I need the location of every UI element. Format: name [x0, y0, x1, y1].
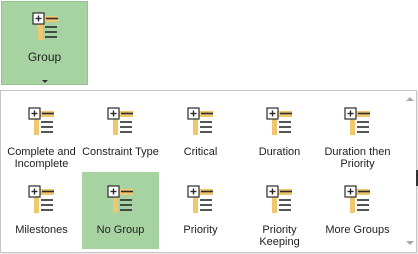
- gallery-item-label: Duration: [258, 146, 301, 158]
- gallery-scrollbar[interactable]: [404, 92, 415, 251]
- group-by-icon: [32, 12, 60, 47]
- group-by-icon: [344, 185, 372, 220]
- group-by-icon: [266, 107, 294, 142]
- scroll-up-arrow-icon[interactable]: [406, 97, 414, 101]
- gallery-item-label: No Group: [96, 224, 145, 236]
- scroll-down-arrow-icon[interactable]: [406, 241, 414, 245]
- gallery-item-label: Duration then Priority: [324, 146, 391, 170]
- gallery-item-priority[interactable]: Priority: [162, 172, 239, 249]
- group-by-icon: [266, 185, 294, 220]
- group-gallery: Complete and Incomplete Constraint Type: [0, 90, 417, 253]
- gallery-item-priority-keeping[interactable]: Priority Keeping: [241, 172, 318, 249]
- gallery-item-label: Milestones: [15, 224, 68, 236]
- gallery-item-label: Priority: [183, 224, 218, 236]
- gallery-item-duration-then-priority[interactable]: Duration then Priority: [319, 94, 396, 171]
- gallery-item-label: Complete and Incomplete: [7, 146, 76, 170]
- group-by-icon: [187, 107, 215, 142]
- group-by-icon: [107, 185, 135, 220]
- gallery-item-no-group[interactable]: No Group: [82, 172, 159, 249]
- group-by-icon: [107, 107, 135, 142]
- gallery-item-label: Constraint Type: [82, 146, 159, 158]
- group-by-dropdown-root: Group Complete and Incomplete Constraint…: [0, 0, 418, 254]
- gallery-item-milestones[interactable]: Milestones: [3, 172, 80, 249]
- group-button-label: Group: [27, 50, 62, 64]
- group-by-icon: [344, 107, 372, 142]
- gallery-item-label: Priority Keeping: [259, 224, 300, 248]
- group-button[interactable]: Group: [1, 1, 88, 85]
- chevron-down-icon: [42, 80, 48, 83]
- gallery-item-more-groups[interactable]: More Groups: [319, 172, 396, 249]
- gallery-item-duration[interactable]: Duration: [241, 94, 318, 171]
- gallery-item-critical[interactable]: Critical: [162, 94, 239, 171]
- gallery-item-complete-and-incomplete[interactable]: Complete and Incomplete: [3, 94, 80, 171]
- group-by-icon: [28, 107, 56, 142]
- gallery-item-label: Critical: [183, 146, 218, 158]
- group-by-icon: [28, 185, 56, 220]
- group-by-icon: [187, 185, 215, 220]
- gallery-item-constraint-type[interactable]: Constraint Type: [82, 94, 159, 171]
- gallery-item-label: More Groups: [325, 224, 390, 236]
